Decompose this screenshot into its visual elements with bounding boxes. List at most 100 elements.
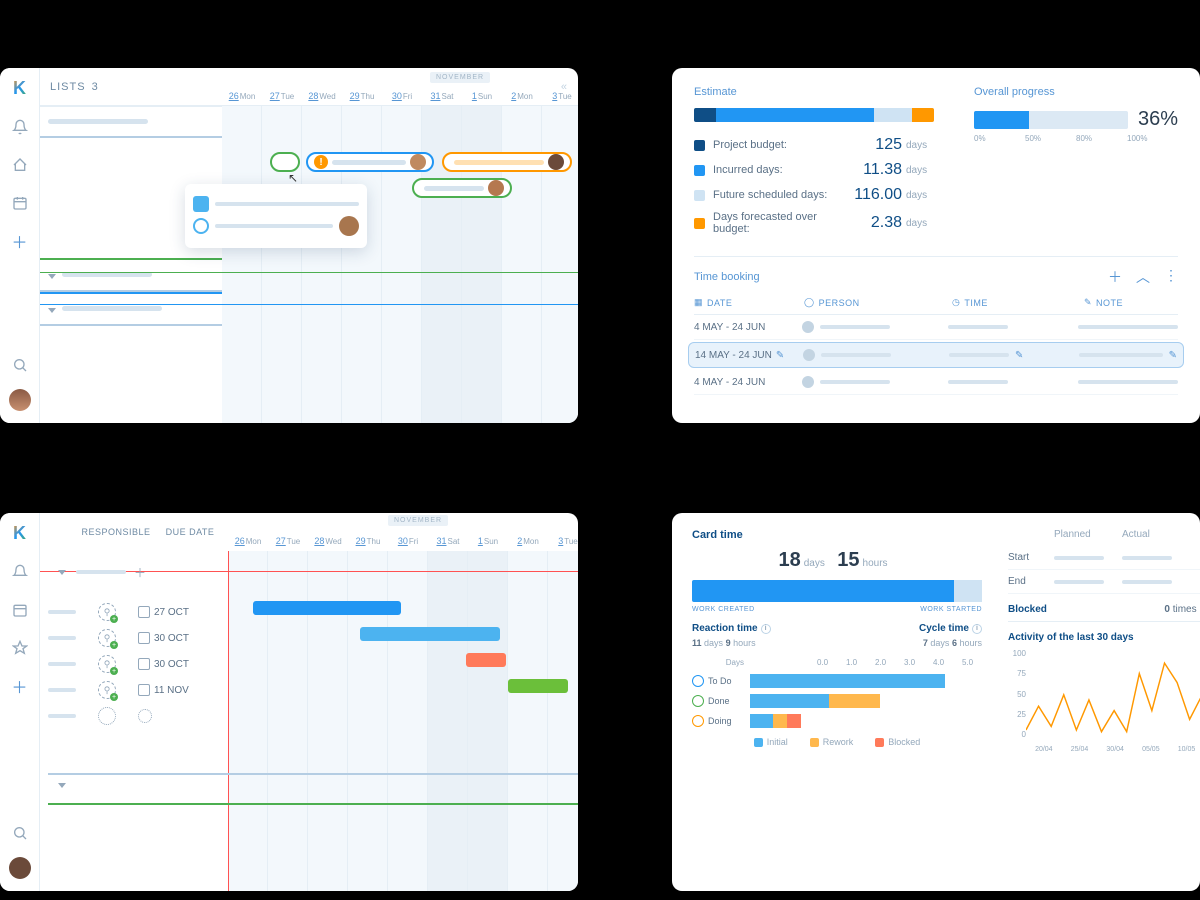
more-icon[interactable]: ⋮ bbox=[1164, 267, 1178, 287]
bell-icon[interactable] bbox=[10, 562, 30, 582]
overall-label: Overall progress bbox=[974, 86, 1178, 98]
progress-bar bbox=[974, 111, 1128, 129]
list-rows bbox=[40, 106, 222, 423]
gantt-bar[interactable] bbox=[360, 627, 500, 641]
task-bar[interactable]: ! bbox=[306, 152, 434, 172]
calendar-day[interactable]: 29 Thu bbox=[348, 531, 388, 551]
calendar-day[interactable]: 31 Sat bbox=[428, 531, 468, 551]
assignee-avatar bbox=[339, 216, 359, 236]
person-avatar bbox=[802, 376, 814, 388]
responsible-icon[interactable]: ⚲+ bbox=[98, 655, 116, 673]
user-avatar[interactable] bbox=[9, 389, 31, 411]
calendar-day[interactable]: 3 Tue bbox=[542, 86, 578, 106]
edit-icon: ✎ bbox=[776, 350, 784, 361]
left-sidebar: K ＋ bbox=[0, 513, 40, 891]
status-breakdown-chart: Days0.01.02.03.04.05.0 To DoDoneDoing In… bbox=[692, 658, 982, 747]
status-icon bbox=[692, 695, 704, 707]
time-booking-columns: ▦DATE ◯PERSON ◷TIME ✎NOTE bbox=[694, 297, 1178, 315]
check-icon bbox=[193, 196, 209, 212]
left-sidebar: K ＋ bbox=[0, 68, 40, 423]
planned-actual-row: End+ 4 days bbox=[1008, 570, 1200, 594]
star-icon[interactable] bbox=[10, 638, 30, 658]
calendar-icon[interactable] bbox=[10, 193, 30, 213]
clock-icon: ◷ bbox=[952, 297, 960, 308]
blocked-row: Blocked 0 times / 0 days bbox=[1008, 604, 1200, 622]
calendar-day[interactable]: 26 Mon bbox=[228, 531, 268, 551]
time-booking-row[interactable]: 4 MAY - 24 JUN bbox=[694, 370, 1178, 395]
month-label: NOVEMBER bbox=[430, 72, 490, 83]
calendar-day[interactable]: 27 Tue bbox=[262, 86, 302, 106]
progress-percent: 36% bbox=[1138, 108, 1178, 131]
gantt-bar[interactable] bbox=[508, 679, 568, 693]
add-booking-icon[interactable]: ＋ bbox=[1108, 267, 1122, 287]
bell-icon[interactable] bbox=[10, 117, 30, 137]
calendar-header: NOVEMBER 26 Mon27 Tue28 Wed29 Thu30 Fri3… bbox=[222, 68, 578, 106]
estimate-bar bbox=[694, 108, 934, 122]
info-icon[interactable]: i bbox=[972, 624, 982, 634]
search-icon[interactable] bbox=[10, 823, 30, 843]
calendar-day[interactable]: 30 Fri bbox=[388, 531, 428, 551]
calendar-icon[interactable] bbox=[10, 600, 30, 620]
calendar-day[interactable]: 3 Tue bbox=[548, 531, 578, 551]
legend-row: Days forecasted over budget:2.38days bbox=[694, 211, 934, 235]
warning-icon: ! bbox=[314, 155, 328, 169]
calendar-icon: ▦ bbox=[694, 297, 703, 308]
calendar-day[interactable]: 2 Mon bbox=[502, 86, 542, 106]
time-booking-row[interactable]: 4 MAY - 24 JUN bbox=[694, 315, 1178, 340]
collapse-icon[interactable]: ︿ bbox=[1136, 267, 1150, 287]
gantt-panel: K ＋ RESPONSIBLE DUE DATE NOVEMBER 26 Mon… bbox=[0, 513, 578, 891]
gantt-row[interactable]: ⚲+11 NOV bbox=[40, 677, 578, 703]
time-booking-row[interactable]: 14 MAY - 24 JUN ✎✎✎ bbox=[688, 342, 1184, 368]
status-icon bbox=[692, 715, 704, 727]
calendar-icon bbox=[138, 658, 150, 670]
app-logo: K bbox=[13, 523, 26, 544]
info-icon[interactable]: i bbox=[761, 624, 771, 634]
calendar-day[interactable]: 28 Wed bbox=[308, 531, 348, 551]
task-bar[interactable] bbox=[270, 152, 300, 172]
assignee-avatar bbox=[410, 154, 426, 170]
calendar-day[interactable]: 1 Sun bbox=[462, 86, 502, 106]
calendar-day[interactable]: 1 Sun bbox=[468, 531, 508, 551]
edit-icon: ✎ bbox=[1015, 350, 1023, 361]
person-avatar bbox=[802, 321, 814, 333]
legend-row: Future scheduled days:116.00days bbox=[694, 186, 934, 204]
assignee-avatar bbox=[548, 154, 564, 170]
add-task-icon[interactable]: ＋ bbox=[134, 564, 146, 581]
task-bar[interactable] bbox=[412, 178, 512, 198]
gantt-bar[interactable] bbox=[466, 653, 506, 667]
user-avatar[interactable] bbox=[9, 857, 31, 879]
calendar-day[interactable]: 28 Wed bbox=[302, 86, 342, 106]
calendar-icon bbox=[138, 632, 150, 644]
activity-chart: 1007550250 20/0425/0430/0405/0510/0520/0… bbox=[1008, 649, 1200, 753]
lists-label: LISTS bbox=[50, 81, 86, 93]
calendar-day[interactable]: 31 Sat bbox=[422, 86, 462, 106]
add-icon[interactable]: ＋ bbox=[10, 676, 30, 696]
calendar-day[interactable]: 2 Mon bbox=[508, 531, 548, 551]
cycle-time-label: Cycle time bbox=[919, 623, 969, 634]
home-icon[interactable] bbox=[10, 155, 30, 175]
responsible-placeholder-icon[interactable] bbox=[98, 707, 116, 725]
chart-row: Doing bbox=[692, 711, 982, 731]
edit-icon: ✎ bbox=[1169, 350, 1177, 361]
gantt-bar[interactable] bbox=[253, 601, 401, 615]
task-bar[interactable] bbox=[442, 152, 572, 172]
calendar-day[interactable]: 29 Thu bbox=[342, 86, 382, 106]
legend-row: Incurred days:11.38days bbox=[694, 161, 934, 179]
card-time-panel: Card time 18days 15hours WORK CREATEDWOR… bbox=[672, 513, 1200, 891]
responsible-icon[interactable]: ⚲+ bbox=[98, 603, 116, 621]
calendar-day[interactable]: 27 Tue bbox=[268, 531, 308, 551]
responsible-icon[interactable]: ⚲+ bbox=[98, 629, 116, 647]
date-placeholder-icon[interactable] bbox=[138, 709, 152, 723]
gantt-header: RESPONSIBLE DUE DATE NOVEMBER 26 Mon27 T… bbox=[40, 513, 578, 551]
task-popover[interactable] bbox=[185, 184, 367, 248]
calendar-icon bbox=[138, 684, 150, 696]
calendar-day[interactable]: 26 Mon bbox=[222, 86, 262, 106]
calendar-day[interactable]: 30 Fri bbox=[382, 86, 422, 106]
add-icon[interactable]: ＋ bbox=[10, 231, 30, 251]
search-icon[interactable] bbox=[10, 355, 30, 375]
person-avatar bbox=[803, 349, 815, 361]
note-icon: ✎ bbox=[1084, 297, 1092, 308]
responsible-icon[interactable]: ⚲+ bbox=[98, 681, 116, 699]
play-icon bbox=[193, 218, 209, 234]
chart-row: Done bbox=[692, 691, 982, 711]
